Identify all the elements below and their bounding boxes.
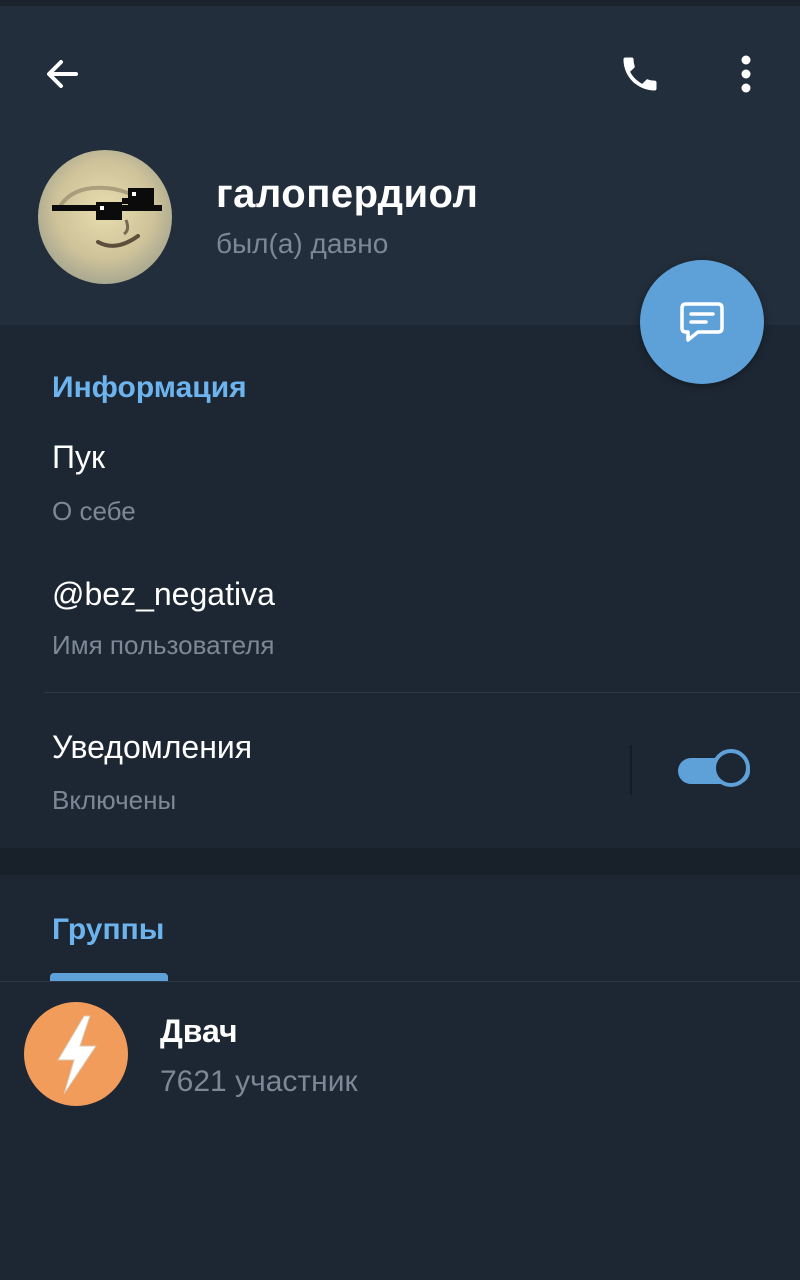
profile-avatar[interactable] (38, 150, 172, 284)
vertical-separator (630, 745, 632, 795)
toggle-knob (712, 749, 750, 787)
more-options-button[interactable] (714, 42, 778, 106)
tab-groups[interactable]: Группы (52, 913, 164, 947)
group-members-count: 7621 участник (160, 1065, 358, 1098)
arrow-left-icon (47, 60, 78, 88)
profile-name: галопердиол (216, 172, 479, 216)
call-button[interactable] (608, 42, 672, 106)
groups-section: Группы Двач 7621 участник (0, 875, 800, 1280)
bio-value: Пук (52, 439, 105, 475)
message-icon (680, 302, 724, 342)
group-list-item[interactable]: Двач 7621 участник (0, 985, 800, 1125)
notifications-status: Включены (52, 785, 177, 815)
divider (44, 692, 800, 693)
back-button[interactable] (30, 42, 94, 106)
profile-status: был(а) давно (216, 228, 389, 259)
bio-label: О себе (52, 496, 136, 526)
notifications-toggle[interactable] (678, 749, 754, 793)
phone-icon (623, 57, 657, 91)
notifications-title: Уведомления (52, 729, 253, 765)
avatar-image (38, 150, 172, 284)
tab-indicator (50, 973, 168, 981)
info-section-title: Информация (52, 371, 247, 404)
tabs-divider (0, 981, 800, 982)
username-label: Имя пользователя (52, 630, 275, 660)
username-value: @bez_negativa (52, 576, 275, 612)
group-avatar (24, 1002, 128, 1106)
group-name: Двач (160, 1013, 238, 1049)
send-message-button[interactable] (640, 260, 764, 384)
more-vertical-icon (741, 55, 751, 93)
lightning-icon (57, 1015, 97, 1095)
section-gap (0, 848, 800, 875)
info-section: Информация Пук О себе @bez_negativa Имя … (0, 325, 800, 848)
